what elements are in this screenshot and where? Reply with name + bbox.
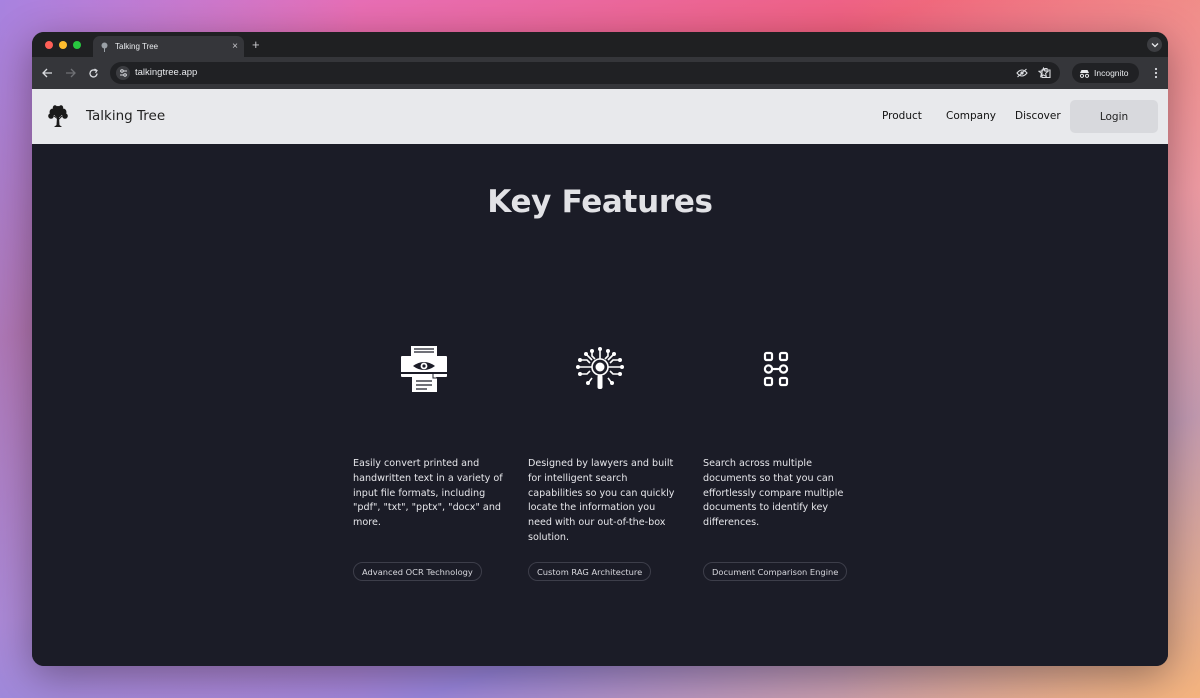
reload-icon [88, 67, 98, 78]
tab-strip: Talking Tree × + [32, 32, 1168, 57]
feature-badge: Document Comparison Engine [703, 562, 848, 581]
feature-badge: Custom RAG Architecture [528, 562, 652, 581]
feature-description: Designed by lawyers and built for intell… [528, 458, 675, 543]
tree-favicon-icon [99, 42, 109, 52]
forward-button[interactable] [63, 66, 77, 80]
login-button[interactable]: Login [1070, 100, 1158, 133]
section-heading: Key Features [487, 184, 713, 220]
arrow-right-icon [65, 68, 76, 78]
site-info-button[interactable] [116, 66, 130, 80]
features-section: Key Features Easily convert printed and … [32, 144, 1168, 666]
document-compare-icon [751, 344, 801, 394]
browser-window: Talking Tree × + talkingtree.app Incogni… [32, 32, 1168, 666]
incognito-button[interactable]: Incognito [1072, 63, 1139, 83]
ocr-scanner-icon [399, 344, 449, 394]
incognito-icon [1079, 69, 1090, 78]
tab-search-button[interactable] [1147, 37, 1162, 52]
arrow-left-icon [41, 68, 52, 78]
new-tab-button[interactable]: + [252, 37, 260, 52]
more-menu-icon[interactable] [1149, 66, 1162, 79]
tune-icon [119, 69, 127, 77]
chevron-down-icon [1151, 42, 1158, 47]
url-text: talkingtree.app [135, 67, 198, 78]
minimize-window-button[interactable] [59, 41, 67, 49]
tab-title: Talking Tree [115, 42, 159, 51]
address-bar[interactable]: talkingtree.app [110, 62, 1060, 84]
browser-tab-active[interactable]: Talking Tree × [93, 36, 244, 57]
feature-description: Easily convert printed and handwritten t… [353, 458, 503, 529]
close-window-button[interactable] [45, 41, 53, 49]
reload-button[interactable] [86, 66, 100, 80]
feature-description: Search across multiple documents so that… [703, 458, 844, 529]
eye-slash-icon[interactable] [1015, 66, 1028, 79]
site-header: Talking Tree Product Company Discover Lo… [32, 89, 1168, 144]
extensions-icon[interactable] [1039, 66, 1052, 79]
close-tab-icon[interactable]: × [232, 41, 238, 52]
nav-link-company[interactable]: Company [946, 110, 996, 122]
nav-link-discover[interactable]: Discover [1015, 110, 1061, 122]
ai-search-icon [575, 344, 625, 394]
tree-logo-icon[interactable] [47, 104, 69, 128]
brand-name[interactable]: Talking Tree [86, 108, 165, 124]
nav-link-product[interactable]: Product [882, 110, 922, 122]
maximize-window-button[interactable] [73, 41, 81, 49]
feature-badge: Advanced OCR Technology [353, 562, 482, 581]
window-controls [45, 41, 81, 49]
incognito-label: Incognito [1094, 68, 1129, 78]
browser-toolbar: talkingtree.app Incognito [32, 57, 1168, 89]
back-button[interactable] [40, 66, 54, 80]
